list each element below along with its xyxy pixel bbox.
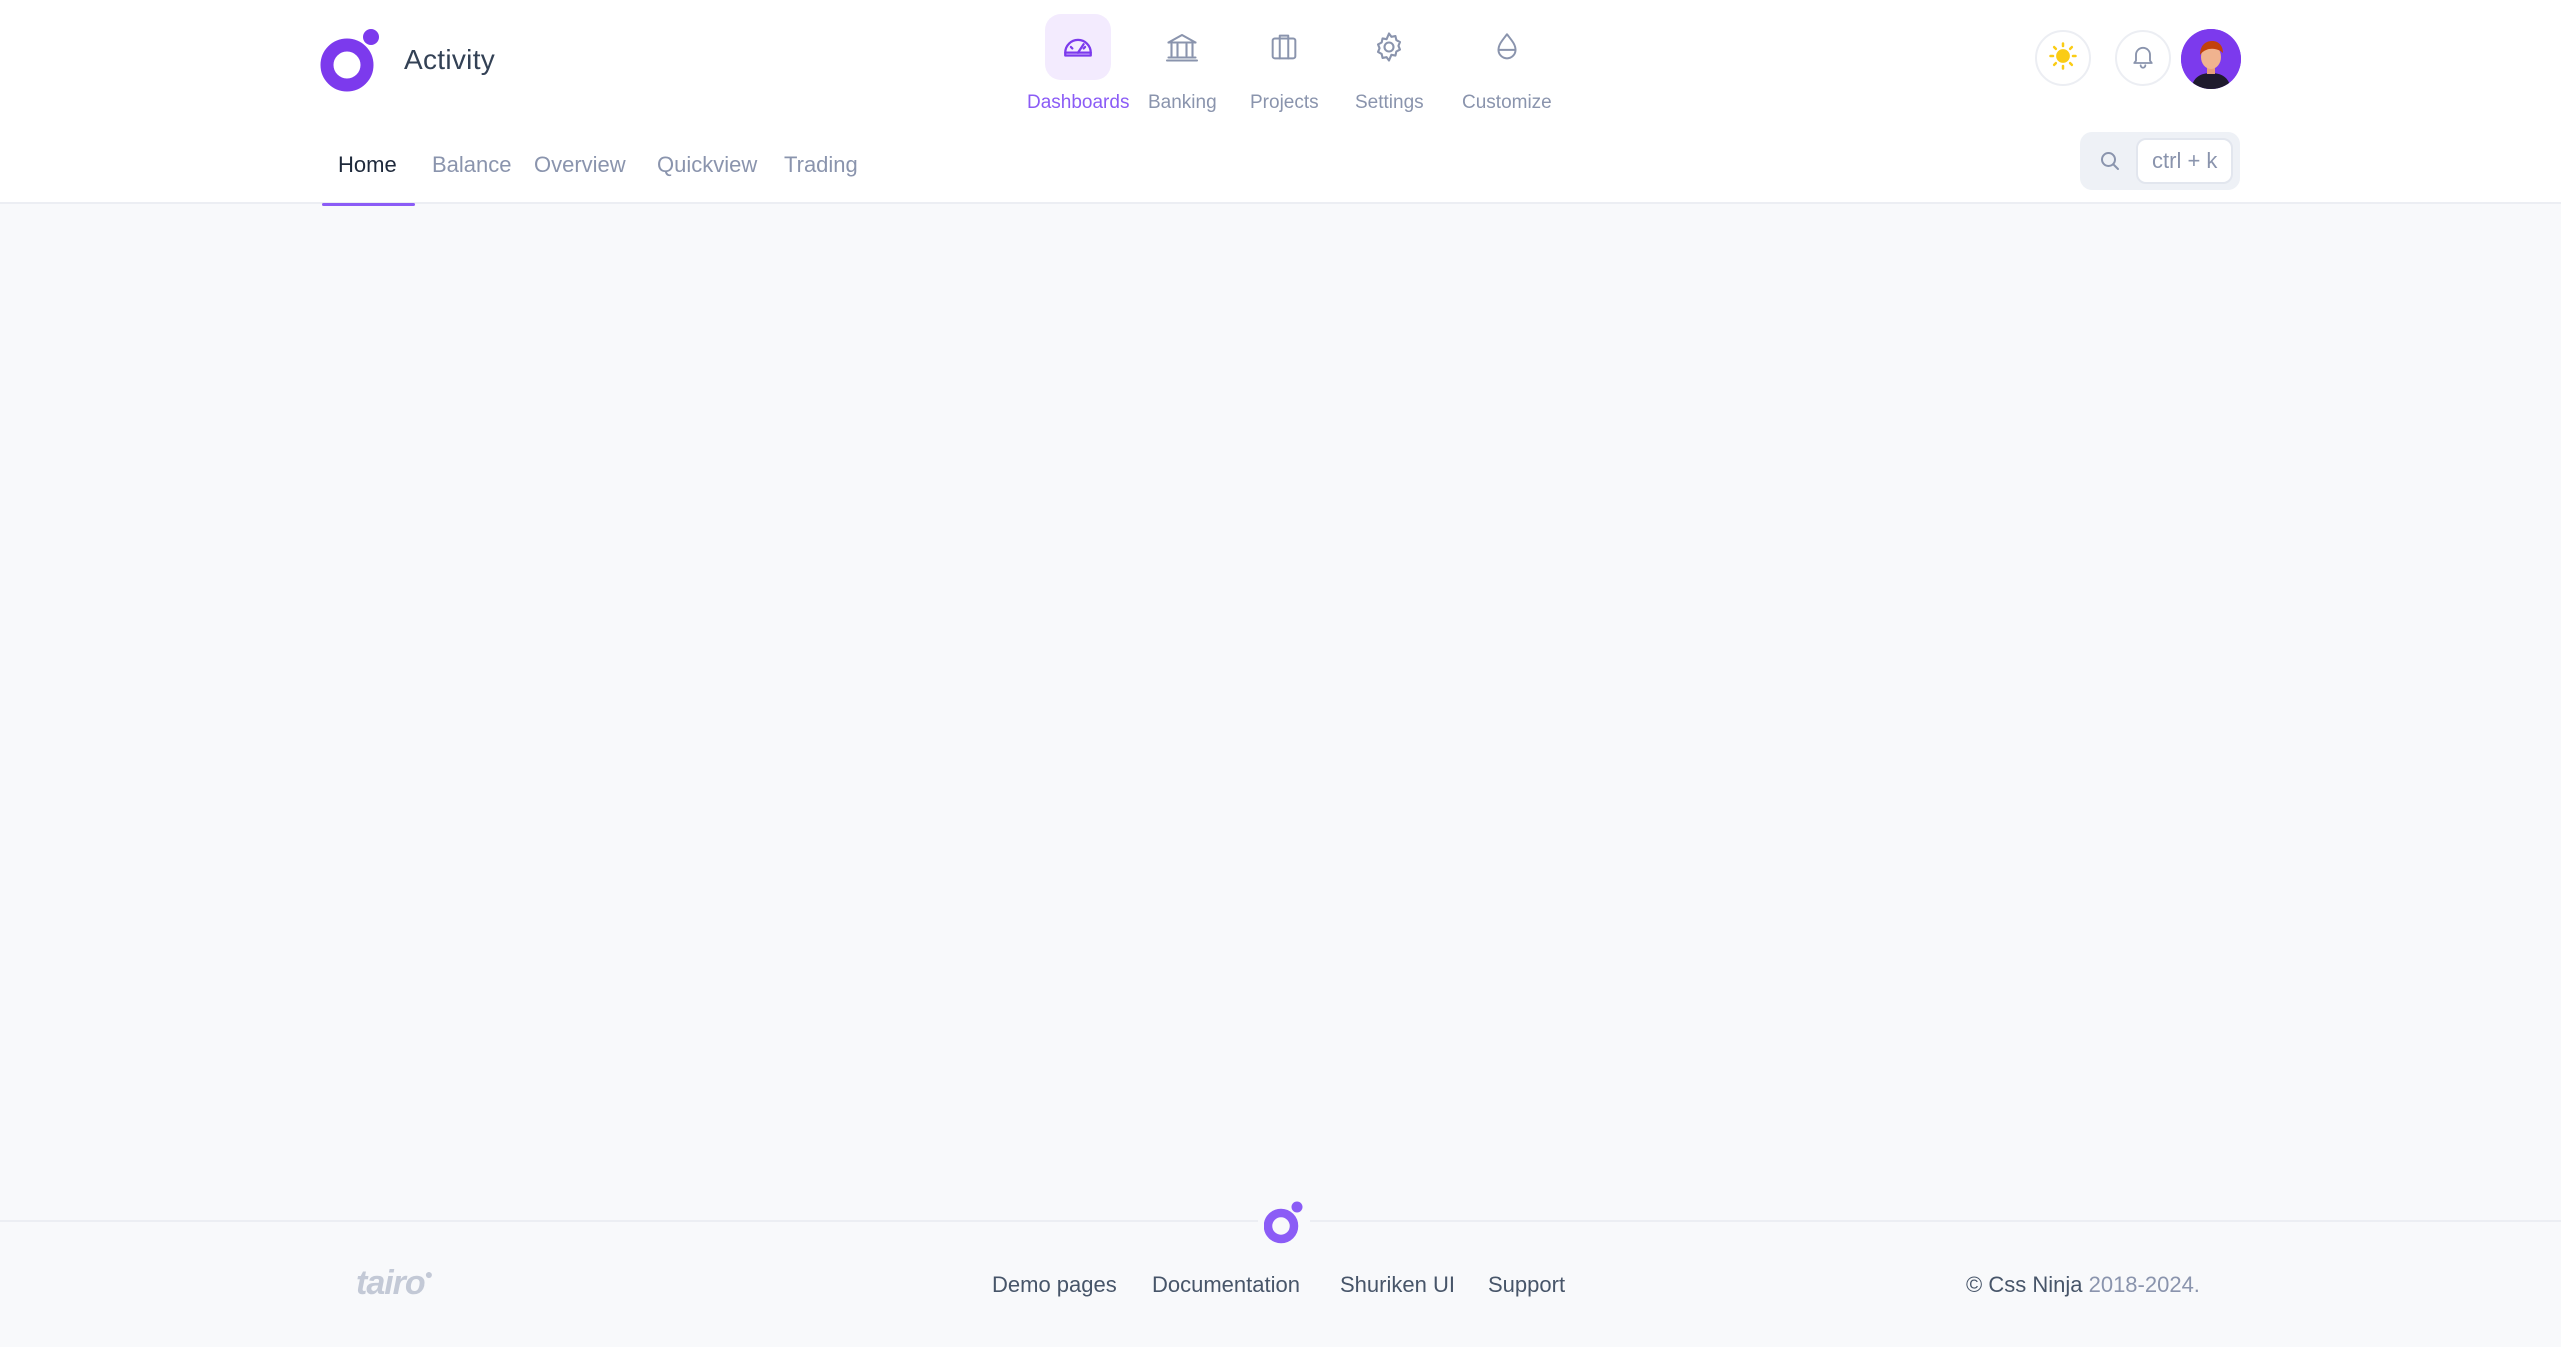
topnav-label: Customize <box>1462 92 1552 113</box>
gear-icon <box>1356 14 1422 80</box>
footer-link-documentation[interactable]: Documentation <box>1152 1272 1300 1298</box>
topnav-label: Banking <box>1148 92 1217 113</box>
logo-icon[interactable] <box>320 28 384 92</box>
page-title: Activity <box>404 44 496 75</box>
tab-trading[interactable]: Trading <box>766 132 876 204</box>
bank-icon <box>1149 14 1215 80</box>
copyright: © Css Ninja 2018-2024. <box>1966 1272 2200 1298</box>
tab-quickview[interactable]: Quickview <box>639 132 775 204</box>
tab-overview[interactable]: Overview <box>516 132 644 204</box>
drop-icon <box>1474 14 1540 80</box>
footer-link-support[interactable]: Support <box>1488 1272 1565 1298</box>
topnav-label: Dashboards <box>1027 92 1130 113</box>
notifications-button[interactable] <box>2115 30 2171 86</box>
gauge-icon <box>1045 14 1112 80</box>
footer-logo-icon <box>1258 1200 1310 1249</box>
footer-wordmark[interactable]: tairo● <box>356 1264 433 1303</box>
briefcase-icon <box>1251 14 1317 80</box>
search-shortcut: ctrl + k <box>2136 138 2234 184</box>
copyright-owner[interactable]: © Css Ninja <box>1966 1272 2082 1297</box>
topnav-item-banking[interactable]: Banking <box>1148 14 1217 114</box>
app-header: Activity Dashboards Banking Projects Set… <box>0 0 2561 206</box>
tab-home[interactable]: Home <box>320 132 415 206</box>
footer-link-demo-pages[interactable]: Demo pages <box>992 1272 1117 1298</box>
theme-toggle-button[interactable] <box>2035 30 2091 86</box>
footer-link-shuriken-ui[interactable]: Shuriken UI <box>1340 1272 1455 1298</box>
bell-icon <box>2129 42 2157 75</box>
topnav-item-customize[interactable]: Customize <box>1462 14 1552 114</box>
topnav-item-settings[interactable]: Settings <box>1355 14 1424 114</box>
search-icon <box>2098 149 2122 178</box>
topnav-label: Settings <box>1355 92 1424 113</box>
user-avatar[interactable] <box>2181 29 2241 89</box>
copyright-years: 2018-2024. <box>2088 1272 2200 1297</box>
topnav-item-projects[interactable]: Projects <box>1250 14 1319 114</box>
tab-balance[interactable]: Balance <box>414 132 530 204</box>
topnav-item-dashboards[interactable]: Dashboards <box>1027 14 1129 114</box>
footer: tairo● Demo pages Documentation Shuriken… <box>0 1200 2561 1347</box>
brand: Activity <box>320 28 495 92</box>
main-content <box>0 206 2561 1220</box>
sun-icon <box>2048 41 2078 76</box>
wordmark-text: tairo <box>356 1264 426 1302</box>
search-trigger[interactable]: ctrl + k <box>2080 132 2240 190</box>
topnav-label: Projects <box>1250 92 1319 113</box>
